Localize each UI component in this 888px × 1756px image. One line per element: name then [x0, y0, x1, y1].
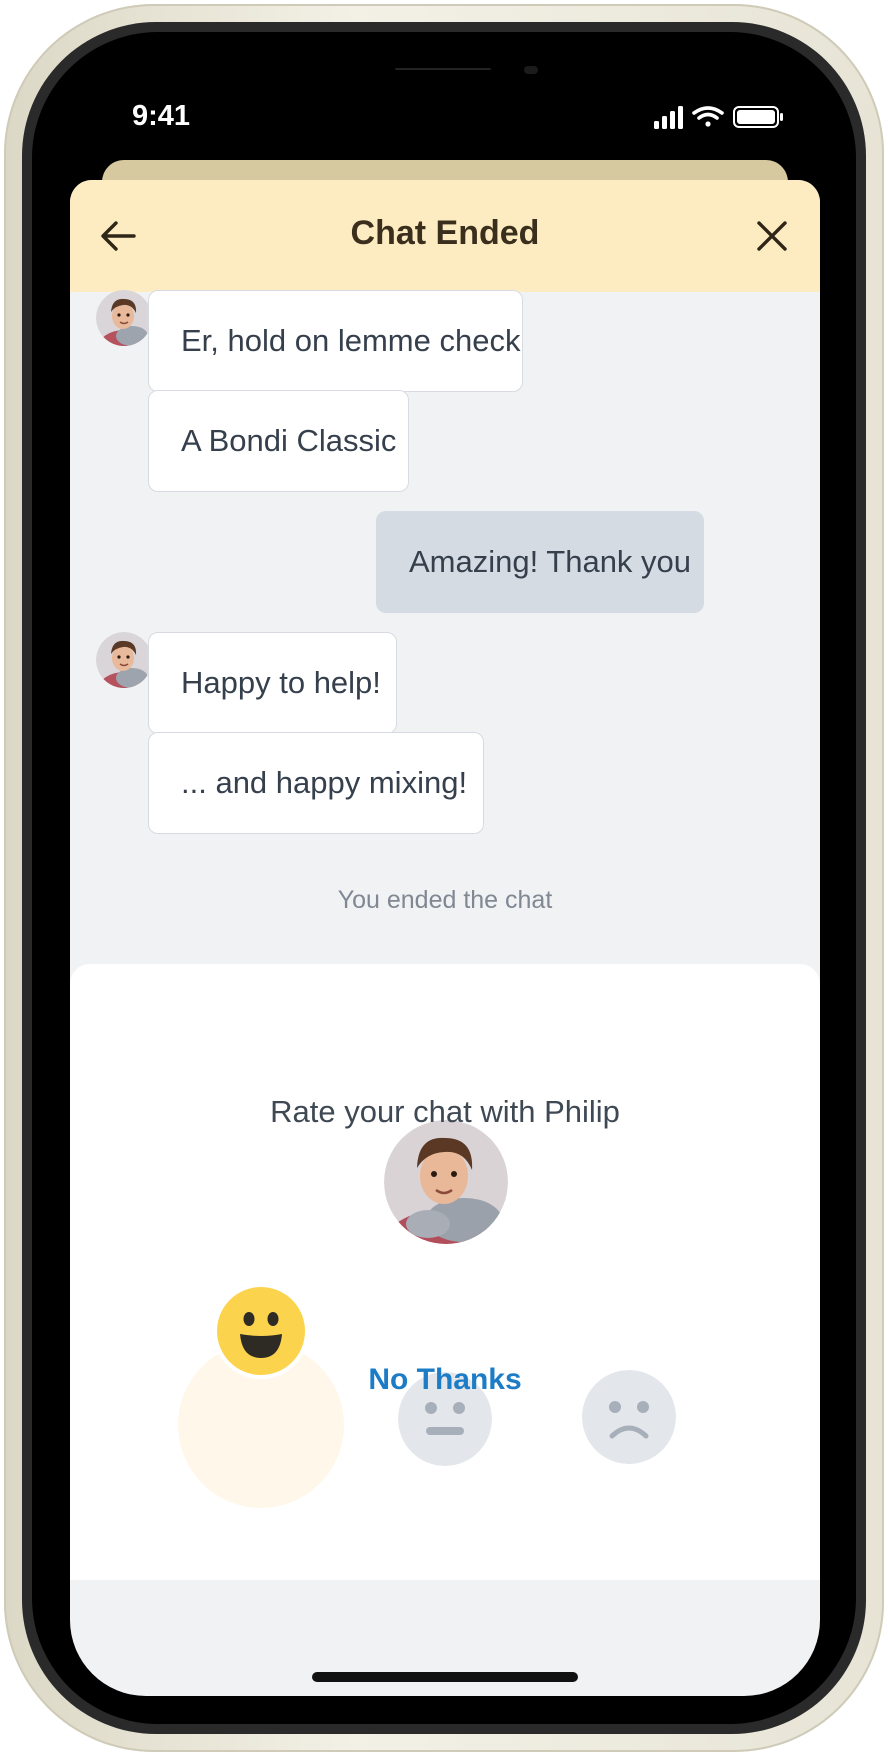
speaker-grille [395, 68, 491, 70]
home-indicator [312, 1672, 578, 1682]
page-title: Chat Ended [350, 214, 540, 252]
chat-ended-note: You ended the chat [337, 886, 553, 914]
wifi-icon [692, 106, 724, 127]
signal-icon [654, 106, 683, 129]
chat-sheet: Chat Ended Er, hold on lemme check A Bon… [70, 180, 820, 1696]
no-thanks-button[interactable]: No Thanks [70, 1363, 820, 1397]
chat-header: Chat Ended [70, 180, 820, 292]
agent-message: ... and happy mixing! [148, 732, 484, 834]
status-time: 9:41 [132, 100, 191, 132]
rating-panel [70, 964, 820, 1580]
agent-avatar-large [384, 1120, 508, 1244]
battery-icon [733, 106, 783, 128]
agent-message: Er, hold on lemme check [148, 290, 523, 392]
agent-avatar [96, 632, 152, 688]
status-icons [654, 106, 783, 129]
user-message: Amazing! Thank you [376, 511, 704, 613]
agent-avatar [96, 290, 152, 346]
close-icon[interactable] [752, 216, 792, 256]
agent-message: A Bondi Classic [148, 390, 409, 492]
agent-message: Happy to help! [148, 632, 397, 734]
front-camera [524, 66, 538, 74]
rating-prompt: Rate your chat with Philip [270, 1094, 620, 1129]
